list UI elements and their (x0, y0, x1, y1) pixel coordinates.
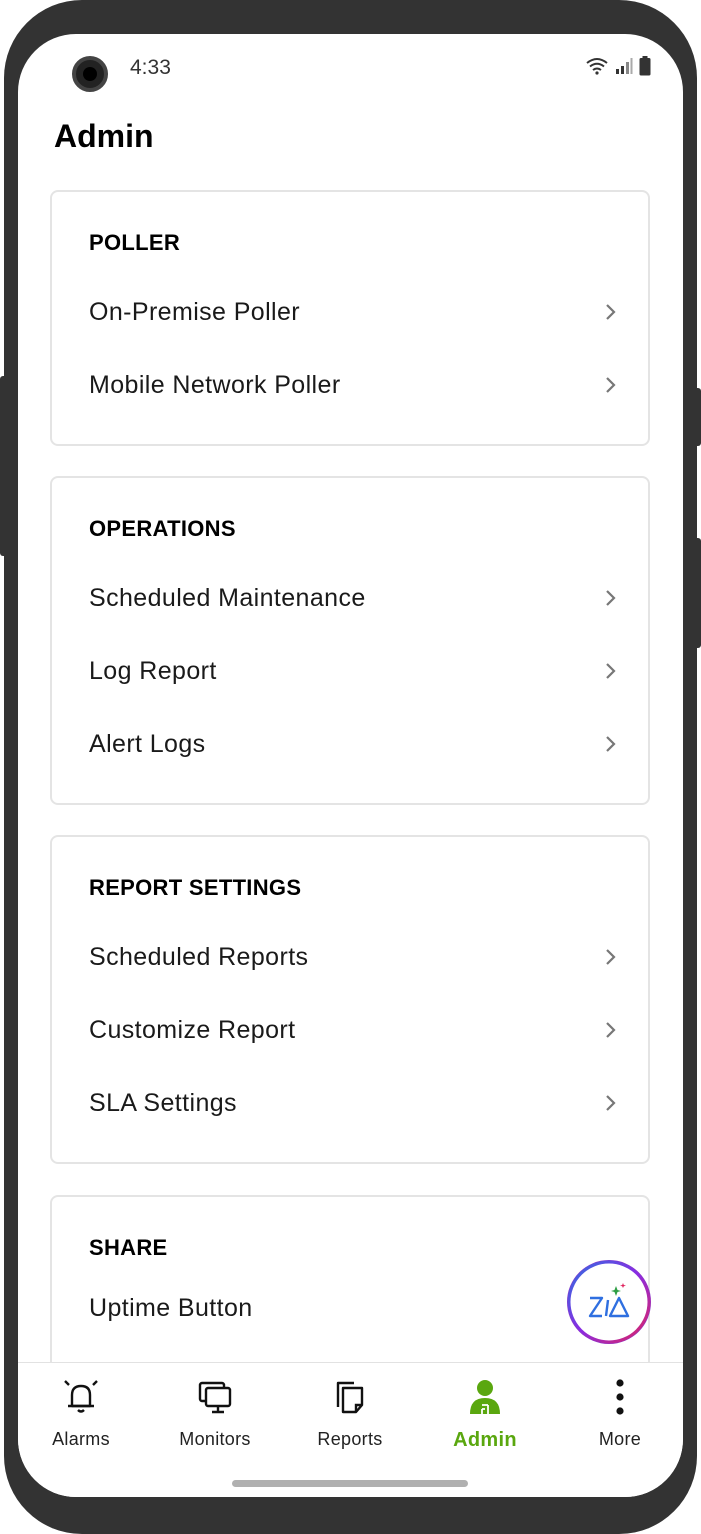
phone-frame: 4:33 Admin POLLER On-Premise Poller Mobi… (0, 0, 701, 1534)
nav-item-admin[interactable]: Admin (425, 1375, 545, 1461)
home-indicator[interactable] (232, 1480, 468, 1487)
bottom-navigation: Alarms Monitors Reports Admin More (18, 1362, 683, 1497)
menu-item-sla-settings[interactable]: SLA Settings (52, 1075, 648, 1131)
chevron-right-icon (606, 304, 616, 320)
nav-item-alarms[interactable]: Alarms (21, 1375, 141, 1461)
menu-item-on-premise-poller[interactable]: On-Premise Poller (52, 284, 648, 340)
more-vertical-icon (616, 1379, 624, 1415)
menu-item-label: Uptime Button (89, 1293, 253, 1322)
reports-icon (336, 1381, 364, 1414)
menu-item-mobile-network-poller[interactable]: Mobile Network Poller (52, 357, 648, 413)
nav-label-alarms: Alarms (52, 1429, 110, 1449)
menu-item-scheduled-reports[interactable]: Scheduled Reports (52, 929, 648, 985)
menu-item-label: Customize Report (89, 1015, 296, 1044)
zia-logo-icon (588, 1283, 630, 1318)
nav-item-monitors[interactable]: Monitors (155, 1375, 275, 1461)
menu-item-label: On-Premise Poller (89, 297, 301, 326)
chevron-right-icon (606, 736, 616, 752)
nav-label-more: More (598, 1429, 642, 1449)
section-title-poller: POLLER (89, 230, 181, 255)
nav-label-monitors: Monitors (179, 1429, 251, 1449)
menu-item-customize-report[interactable]: Customize Report (52, 1002, 648, 1058)
menu-item-label: Log Report (89, 656, 217, 685)
section-title-report-settings: REPORT SETTINGS (89, 875, 302, 900)
page-title: Admin (54, 118, 154, 154)
nav-item-reports[interactable]: Reports (290, 1375, 410, 1461)
monitor-icon (198, 1381, 232, 1414)
front-camera (72, 56, 108, 92)
status-time: 4:33 (130, 56, 171, 79)
menu-item-log-report[interactable]: Log Report (52, 643, 648, 699)
section-title-operations: OPERATIONS (89, 516, 236, 541)
zia-assistant-button[interactable] (567, 1260, 651, 1344)
menu-item-alert-logs[interactable]: Alert Logs (52, 716, 648, 772)
admin-user-icon (470, 1380, 500, 1414)
menu-item-label: Scheduled Reports (89, 942, 309, 971)
wifi-icon (586, 58, 608, 75)
nav-item-more[interactable]: More (560, 1375, 680, 1461)
menu-item-scheduled-maintenance[interactable]: Scheduled Maintenance (52, 570, 648, 626)
chevron-right-icon (606, 1095, 616, 1111)
bell-icon (64, 1380, 98, 1413)
menu-item-label: Mobile Network Poller (89, 370, 341, 399)
chevron-right-icon (606, 590, 616, 606)
status-icons (585, 56, 651, 76)
section-title-share: SHARE (89, 1235, 168, 1260)
menu-item-label: Scheduled Maintenance (89, 583, 366, 612)
menu-item-label: Alert Logs (89, 729, 206, 758)
admin-menu-list[interactable]: POLLER On-Premise Poller Mobile Network … (18, 184, 683, 1362)
nav-label-reports: Reports (317, 1429, 383, 1449)
chevron-right-icon (606, 377, 616, 393)
card-poller: POLLER On-Premise Poller Mobile Network … (50, 190, 650, 446)
card-report-settings: REPORT SETTINGS Scheduled Reports Custom… (50, 835, 650, 1164)
card-operations: OPERATIONS Scheduled Maintenance Log Rep… (50, 476, 650, 805)
card-share: SHARE Uptime Button (50, 1195, 650, 1362)
screen: 4:33 Admin POLLER On-Premise Poller Mobi… (18, 34, 683, 1497)
chevron-right-icon (606, 1022, 616, 1038)
menu-item-uptime-button[interactable]: Uptime Button (52, 1280, 648, 1336)
status-bar: 4:33 (18, 34, 683, 104)
signal-icon (616, 58, 633, 74)
battery-icon (639, 56, 651, 76)
chevron-right-icon (606, 663, 616, 679)
nav-label-admin: Admin (453, 1429, 517, 1451)
chevron-right-icon (606, 949, 616, 965)
menu-item-label: SLA Settings (89, 1088, 237, 1117)
